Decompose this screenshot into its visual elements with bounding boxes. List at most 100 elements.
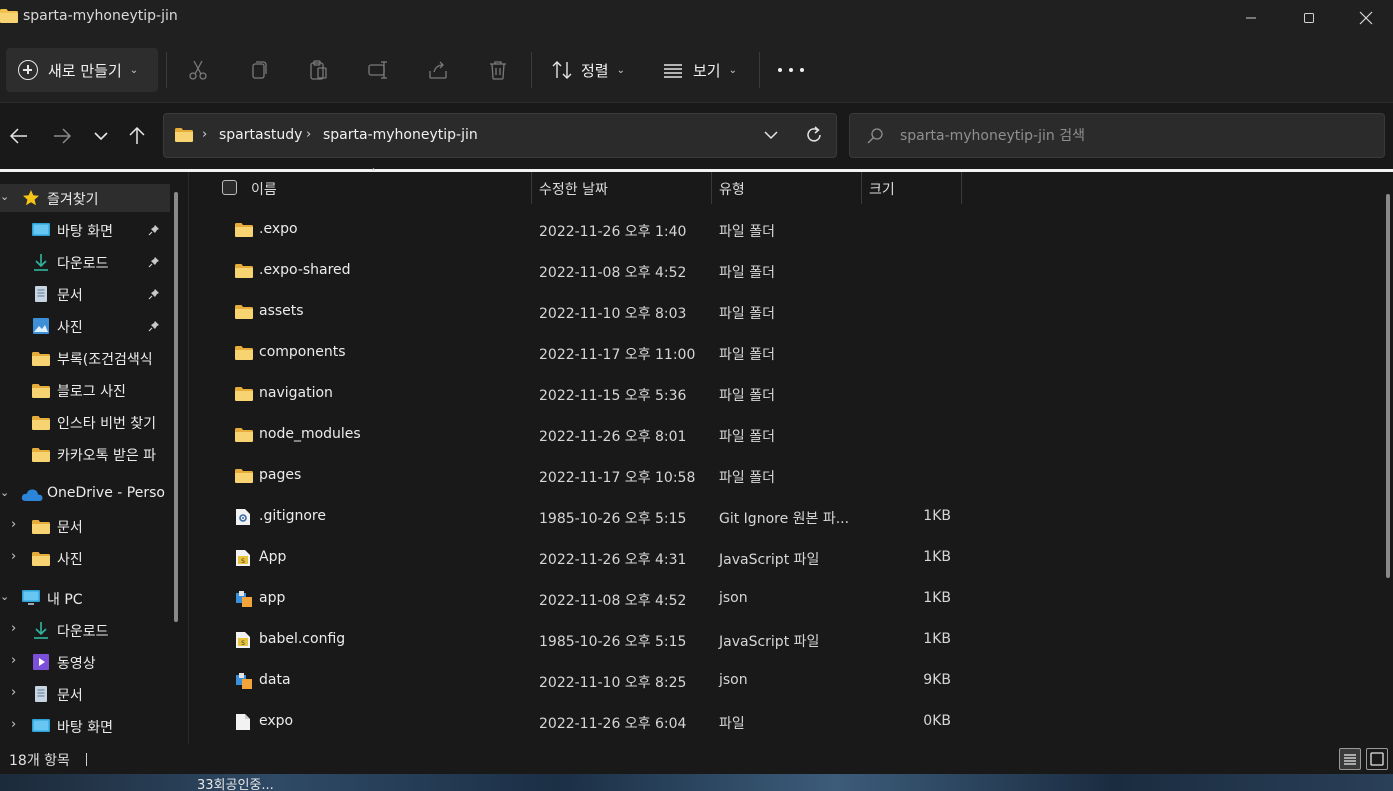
- sidebar-item-downloads[interactable]: 다운로드: [0, 248, 170, 276]
- sidebar-item-this-pc[interactable]: ⌄ 내 PC: [0, 584, 170, 612]
- table-row[interactable]: app 2022-11-08 오후 4:52 json 1KB: [189, 579, 1379, 620]
- column-type[interactable]: 유형: [719, 179, 745, 199]
- table-row[interactable]: assets 2022-11-10 오후 8:03 파일 폴더: [189, 292, 1379, 333]
- view-list-icon: [664, 64, 682, 78]
- table-row[interactable]: S App 2022-11-26 오후 4:31 JavaScript 파일 1KB: [189, 538, 1379, 579]
- refresh-icon[interactable]: [804, 125, 824, 145]
- breadcrumb-item[interactable]: sparta-myhoneytip-jin: [323, 127, 478, 143]
- sidebar-item-folder[interactable]: 부록(조건검색식: [0, 344, 170, 372]
- file-modified: 1985-10-26 오후 5:15: [539, 634, 687, 650]
- sidebar-item-folder[interactable]: 블로그 사진: [0, 376, 170, 404]
- new-button-label: 새로 만들기: [48, 61, 122, 80]
- file-name: pages: [259, 467, 302, 483]
- large-icons-view-button[interactable]: [1366, 748, 1388, 770]
- maximize-button[interactable]: [1280, 0, 1338, 36]
- sidebar-scrollbar[interactable]: [174, 192, 178, 622]
- back-button[interactable]: [7, 124, 31, 148]
- search-input[interactable]: [900, 114, 1370, 157]
- trash-icon: [490, 61, 506, 80]
- view-button[interactable]: 보기 ⌄: [662, 58, 737, 82]
- file-type: JavaScript 파일: [719, 634, 820, 650]
- address-history-chevron-icon[interactable]: [762, 126, 780, 144]
- copy-button[interactable]: [246, 58, 270, 82]
- sort-button[interactable]: 정렬 ⌄: [551, 58, 625, 82]
- delete-button[interactable]: [486, 58, 510, 82]
- sidebar-item-label: 문서: [57, 288, 83, 304]
- file-name: babel.config: [259, 631, 346, 647]
- table-row[interactable]: node_modules 2022-11-26 오후 8:01 파일 폴더: [189, 415, 1379, 456]
- sidebar-item-folder[interactable]: 인스타 비번 찾기: [0, 408, 170, 436]
- address-bar[interactable]: › spartastudy › sparta-myhoneytip-jin: [163, 113, 837, 158]
- sidebar-item-folder[interactable]: 카카오톡 받은 파: [0, 440, 170, 468]
- sort-icon: [552, 61, 572, 79]
- column-divider[interactable]: [961, 172, 962, 204]
- scissors-icon: [189, 60, 207, 80]
- column-name[interactable]: 이름: [251, 179, 277, 199]
- forward-button[interactable]: [50, 124, 74, 148]
- column-modified[interactable]: 수정한 날짜: [539, 179, 608, 199]
- table-row[interactable]: .expo 2022-11-26 오후 1:40 파일 폴더: [189, 210, 1379, 251]
- sidebar-item-pc-downloads[interactable]: › 다운로드: [0, 616, 170, 644]
- document-icon: [35, 286, 47, 302]
- more-options-button[interactable]: [778, 58, 804, 82]
- sidebar-item-label: 문서: [57, 520, 83, 536]
- minimize-button[interactable]: [1222, 0, 1280, 36]
- file-modified: 2022-11-17 오후 10:58: [539, 470, 696, 486]
- table-row[interactable]: navigation 2022-11-15 오후 5:36 파일 폴더: [189, 374, 1379, 415]
- search-box[interactable]: [849, 113, 1385, 158]
- sidebar-item-onedrive[interactable]: ⌄ OneDrive - Perso: [0, 480, 170, 508]
- file-modified: 2022-11-26 오후 4:31: [539, 552, 687, 568]
- folder-icon: [32, 416, 50, 430]
- sidebar-item-documents[interactable]: 문서: [0, 280, 170, 308]
- paste-button[interactable]: [306, 58, 330, 82]
- pin-icon[interactable]: [148, 224, 160, 236]
- select-all-checkbox[interactable]: [222, 180, 237, 195]
- table-row[interactable]: expo 2022-11-26 오후 6:04 파일 0KB: [189, 702, 1379, 743]
- folder-icon: [235, 346, 253, 364]
- sidebar-item-quick-access[interactable]: ⌄ 즐겨찾기: [0, 184, 170, 212]
- column-divider[interactable]: [861, 172, 862, 204]
- column-divider[interactable]: [531, 172, 532, 204]
- computer-icon: [22, 590, 40, 605]
- table-row[interactable]: components 2022-11-17 오후 11:00 파일 폴더: [189, 333, 1379, 374]
- minimize-icon: [1246, 17, 1256, 19]
- pin-icon[interactable]: [148, 320, 160, 332]
- sidebar-item-desktop[interactable]: 바탕 화면: [0, 216, 170, 244]
- close-button[interactable]: [1337, 0, 1393, 36]
- column-size[interactable]: 크기: [869, 179, 895, 199]
- sidebar-item-pictures[interactable]: 사진: [0, 312, 170, 340]
- sidebar-item-pc-desktop[interactable]: › 바탕 화면: [0, 712, 170, 740]
- chevron-down-icon: ⌄: [728, 64, 737, 76]
- table-row[interactable]: pages 2022-11-17 오후 10:58 파일 폴더: [189, 456, 1379, 497]
- sidebar-item-pc-documents[interactable]: › 문서: [0, 680, 170, 708]
- folder-icon: [235, 264, 253, 282]
- file-name: node_modules: [259, 426, 361, 442]
- cut-button[interactable]: [186, 58, 210, 82]
- file-size: 1KB: [923, 590, 951, 606]
- column-divider[interactable]: [711, 172, 712, 204]
- up-button[interactable]: [125, 124, 149, 148]
- table-row[interactable]: .expo-shared 2022-11-08 오후 4:52 파일 폴더: [189, 251, 1379, 292]
- sidebar-item-pc-videos[interactable]: › 동영상: [0, 648, 170, 676]
- table-row[interactable]: .gitignore 1985-10-26 오후 5:15 Git Ignore 원…: [189, 497, 1379, 538]
- title-bar: sparta-myhoneytip-jin: [0, 0, 1393, 36]
- sidebar-item-label: 내 PC: [47, 592, 83, 608]
- sidebar-item-onedrive-documents[interactable]: › 문서: [0, 512, 170, 540]
- item-count: 18개 항목: [9, 753, 70, 769]
- details-view-button[interactable]: [1339, 748, 1361, 770]
- table-row[interactable]: Sbabel.config 1985-10-26 오후 5:15 JavaScrip…: [189, 620, 1379, 661]
- new-button[interactable]: 새로 만들기 ⌄: [6, 48, 158, 92]
- pin-icon[interactable]: [148, 288, 160, 300]
- file-list-scrollbar[interactable]: [1386, 194, 1390, 578]
- file-size: 0KB: [923, 713, 951, 729]
- desktop-icon-label[interactable]: 33회공인중...: [197, 774, 274, 791]
- recent-locations-button[interactable]: [89, 124, 113, 148]
- breadcrumb-item[interactable]: spartastudy: [219, 127, 302, 143]
- pin-icon[interactable]: [148, 256, 160, 268]
- rename-button[interactable]: [366, 58, 390, 82]
- sidebar-item-onedrive-pictures[interactable]: › 사진: [0, 544, 170, 572]
- more-dot-icon: [800, 68, 804, 72]
- share-button[interactable]: [426, 58, 450, 82]
- file-name: .expo: [259, 221, 298, 237]
- table-row[interactable]: data 2022-11-10 오후 8:25 json 9KB: [189, 661, 1379, 702]
